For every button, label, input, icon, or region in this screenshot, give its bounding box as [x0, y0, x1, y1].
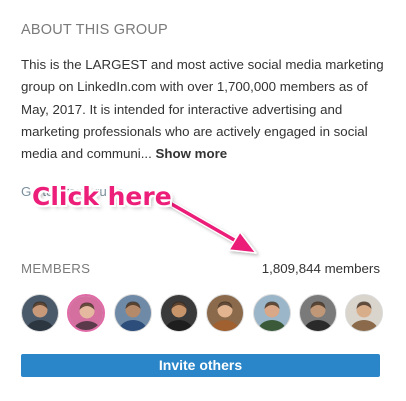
members-count-link[interactable]: 1,809,844 members	[262, 261, 380, 276]
click-here-annotation: Click here	[32, 182, 172, 211]
member-avatar[interactable]	[21, 294, 59, 332]
member-avatar[interactable]	[160, 294, 198, 332]
about-section-title: ABOUT THIS GROUP	[21, 22, 168, 38]
avatar-photo	[161, 295, 197, 331]
member-avatars	[21, 294, 386, 332]
avatar-photo	[346, 295, 382, 331]
avatar-photo	[300, 295, 336, 331]
show-more-link[interactable]: Show more	[156, 146, 228, 161]
about-group-panel: ABOUT THIS GROUP This is the LARGEST and…	[0, 0, 406, 401]
avatar-photo	[22, 295, 58, 331]
member-avatar[interactable]	[114, 294, 152, 332]
member-avatar[interactable]	[253, 294, 291, 332]
avatar-photo	[207, 295, 243, 331]
members-section-title: MEMBERS	[21, 261, 91, 276]
member-avatar[interactable]	[206, 294, 244, 332]
avatar-photo	[69, 296, 103, 330]
group-description: This is the LARGEST and most active soci…	[21, 54, 393, 165]
member-avatar[interactable]	[345, 294, 383, 332]
member-avatar[interactable]	[299, 294, 337, 332]
member-avatar[interactable]	[67, 294, 105, 332]
avatar-photo	[254, 295, 290, 331]
invite-others-button[interactable]: Invite others	[21, 354, 380, 377]
avatar-photo	[115, 295, 151, 331]
